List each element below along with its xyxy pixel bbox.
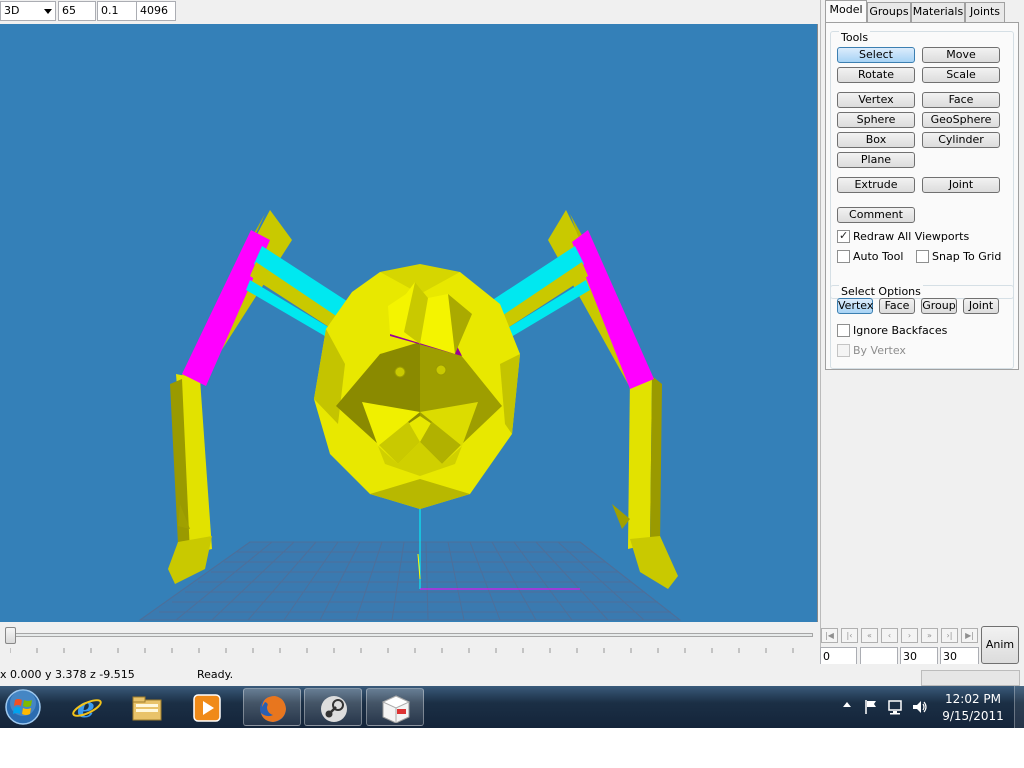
firefox-button[interactable] <box>243 688 301 726</box>
by-vertex-checkbox: By Vertex <box>837 344 906 357</box>
last-frame-icon[interactable]: ▶| <box>961 628 978 643</box>
cursor-coordinates: x 0.000 y 3.378 z -9.515 <box>0 668 135 681</box>
fov-input[interactable]: 65 <box>58 1 96 21</box>
windows-logo-icon[interactable] <box>2 687 44 727</box>
tab-joints[interactable]: Joints <box>965 2 1005 22</box>
ignore-backfaces-checkbox[interactable]: Ignore Backfaces <box>837 324 947 337</box>
by-vertex-label: By Vertex <box>853 344 906 357</box>
anim-mode-button[interactable]: Anim <box>981 626 1019 664</box>
box-tool-button[interactable]: Box <box>837 132 915 148</box>
model-editor-window: 3D 65 0.1 4096 Model Groups Materials Jo… <box>0 0 1024 768</box>
view-mode-value: 3D <box>4 4 20 17</box>
next-key-icon[interactable]: ›| <box>941 628 958 643</box>
extrude-tool-button[interactable]: Extrude <box>837 177 915 193</box>
select-face-button[interactable]: Face <box>879 298 915 314</box>
right-eye <box>435 364 447 376</box>
windows-taskbar: e 12:02 PM 9/15/2011 <box>0 686 1024 728</box>
cylinder-tool-button[interactable]: Cylinder <box>922 132 1000 148</box>
steam-icon <box>321 696 347 722</box>
tab-model[interactable]: Model <box>825 0 867 23</box>
timeline-slider-track[interactable] <box>8 633 813 637</box>
move-tool-button[interactable]: Move <box>922 47 1000 63</box>
ignore-backfaces-label: Ignore Backfaces <box>853 324 948 337</box>
checkbox-unchecked-icon[interactable] <box>837 250 850 263</box>
far-clip-input[interactable]: 4096 <box>136 1 176 21</box>
viewport-toolbar: 3D 65 0.1 4096 <box>0 0 820 24</box>
tab-groups[interactable]: Groups <box>867 2 911 22</box>
action-center-flag-icon[interactable] <box>864 699 878 715</box>
model-editor-button[interactable] <box>366 688 424 726</box>
select-options-heading: Select Options <box>839 285 923 298</box>
view-mode-select[interactable]: 3D <box>0 1 56 21</box>
rewind-icon[interactable]: « <box>861 628 878 643</box>
snap-to-grid-label: Snap To Grid <box>932 250 1002 263</box>
3d-viewport[interactable] <box>0 24 818 622</box>
animation-controls: |◀ |‹ « ‹ › » ›| ▶| 0 30 30 Anim <box>820 622 1024 670</box>
select-tool-button[interactable]: Select <box>837 47 915 63</box>
internet-explorer-button[interactable]: e <box>58 688 116 726</box>
redraw-all-viewports-label: Redraw All Viewports <box>853 230 970 243</box>
select-joint-button[interactable]: Joint <box>963 298 999 314</box>
screen-bottom-margin <box>0 728 1024 768</box>
show-desktop-button[interactable] <box>1014 686 1024 728</box>
floor-grid <box>138 541 682 621</box>
windows-explorer-button[interactable] <box>118 688 176 726</box>
start-orb[interactable] <box>2 687 44 727</box>
status-message: Ready. <box>197 668 234 681</box>
vertex-tool-button[interactable]: Vertex <box>837 92 915 108</box>
redraw-all-viewports-checkbox[interactable]: Redraw All Viewports <box>837 229 970 243</box>
firefox-icon <box>260 696 286 722</box>
prev-key-icon[interactable]: |‹ <box>841 628 858 643</box>
media-player-icon <box>193 694 221 722</box>
media-player-button[interactable] <box>178 688 236 726</box>
checkbox-disabled-icon <box>837 344 850 357</box>
first-frame-icon[interactable]: |◀ <box>821 628 838 643</box>
animation-timeline <box>0 622 820 664</box>
select-vertex-button[interactable]: Vertex <box>837 298 873 314</box>
clock-time[interactable]: 12:02 PM <box>938 692 1008 706</box>
tab-materials[interactable]: Materials <box>911 2 965 22</box>
status-bar: x 0.000 y 3.378 z -9.515 Ready. <box>0 664 1024 686</box>
network-icon[interactable] <box>888 699 904 715</box>
show-hidden-icons-icon[interactable] <box>843 702 851 707</box>
model-editor-icon <box>381 695 411 723</box>
geosphere-tool-button[interactable]: GeoSphere <box>922 112 1000 128</box>
clock-date[interactable]: 9/15/2011 <box>938 709 1008 723</box>
properties-panel: Model Groups Materials Joints Tools Sele… <box>820 0 1024 686</box>
face-tool-button[interactable]: Face <box>922 92 1000 108</box>
volume-icon[interactable] <box>912 699 928 715</box>
auto-tool-checkbox[interactable]: Auto Tool <box>837 250 903 263</box>
viewport-render[interactable] <box>0 24 818 622</box>
left-eye <box>394 366 406 378</box>
tools-groupbox: Tools Select Move Rotate Scale Vertex Fa… <box>830 31 1014 299</box>
scale-tool-button[interactable]: Scale <box>922 67 1000 83</box>
checkbox-checked-icon[interactable] <box>837 229 850 243</box>
steam-button[interactable] <box>304 688 362 726</box>
joint-tool-button[interactable]: Joint <box>922 177 1000 193</box>
chevron-down-icon[interactable] <box>44 9 52 14</box>
windows-explorer-icon <box>132 696 162 721</box>
prev-frame-icon[interactable]: ‹ <box>881 628 898 643</box>
sphere-tool-button[interactable]: Sphere <box>837 112 915 128</box>
next-frame-icon[interactable]: › <box>901 628 918 643</box>
near-clip-input[interactable]: 0.1 <box>97 1 137 21</box>
auto-tool-label: Auto Tool <box>853 250 904 263</box>
status-progress-bar <box>921 670 1020 686</box>
model-tab-content: Tools Select Move Rotate Scale Vertex Fa… <box>825 22 1019 370</box>
select-options-groupbox: Select Options Vertex Face Group Joint I… <box>830 285 1014 369</box>
rotate-tool-button[interactable]: Rotate <box>837 67 915 83</box>
fast-forward-icon[interactable]: » <box>921 628 938 643</box>
tools-heading: Tools <box>839 31 871 44</box>
snap-to-grid-checkbox[interactable]: Snap To Grid <box>916 250 1001 263</box>
checkbox-unchecked-icon[interactable] <box>916 250 929 263</box>
plane-tool-button[interactable]: Plane <box>837 152 915 168</box>
timeline-ticks <box>10 648 794 653</box>
comment-button[interactable]: Comment <box>837 207 915 223</box>
checkbox-unchecked-icon[interactable] <box>837 324 850 337</box>
timeline-slider-thumb[interactable] <box>5 627 16 644</box>
internet-explorer-icon: e <box>72 692 102 722</box>
select-group-button[interactable]: Group <box>921 298 957 314</box>
